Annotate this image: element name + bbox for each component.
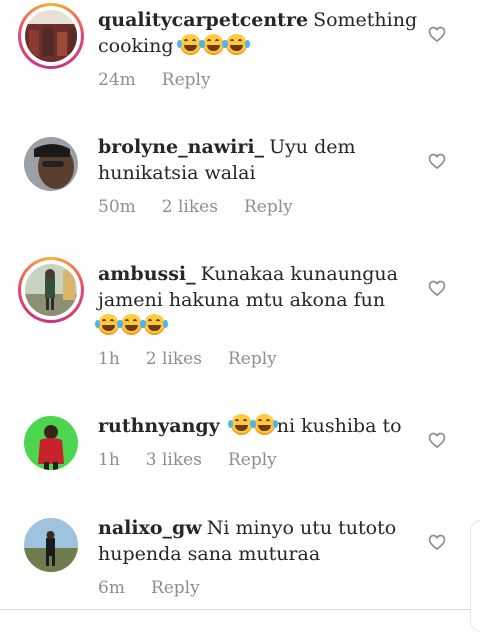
- avatar[interactable]: [24, 416, 78, 470]
- emoji-group: [227, 414, 278, 437]
- comment-username[interactable]: ambussi_: [98, 263, 196, 285]
- divider: [0, 609, 480, 610]
- comment-text: ambussi_ Kunakaa kunaungua jameni hakuna …: [95, 261, 408, 339]
- face-with-tears-of-joy-icon: [141, 314, 168, 335]
- face-with-tears-of-joy-icon: [222, 34, 250, 55]
- avatar-image: [25, 10, 77, 62]
- avatar[interactable]: [24, 137, 78, 191]
- face-with-tears-of-joy-icon: [250, 414, 278, 435]
- avatar-image: [24, 416, 78, 470]
- reply-button[interactable]: Reply: [228, 349, 277, 369]
- like-count[interactable]: 3 likes: [146, 450, 202, 470]
- avatar-image: [25, 264, 77, 316]
- comment-body: ni kushiba to: [276, 415, 402, 437]
- story-ring[interactable]: [18, 257, 84, 323]
- comment-meta: 1h 2 likes Reply: [98, 349, 277, 369]
- comment-text: qualitycarpetcentre Something cooking: [98, 7, 417, 59]
- reply-button[interactable]: Reply: [244, 197, 293, 217]
- comment-text: nalixo_gw Ni minyo utu tutoto hupenda san…: [98, 515, 408, 567]
- face-with-tears-of-joy-icon: [227, 414, 255, 435]
- comment-username[interactable]: brolyne_nawiri_: [98, 136, 264, 158]
- comment-time: 6m: [98, 578, 125, 598]
- comment-username[interactable]: nalixo_gw: [98, 517, 202, 539]
- story-ring[interactable]: [18, 3, 84, 69]
- heart-outline-icon[interactable]: [427, 24, 447, 44]
- comment-username[interactable]: qualitycarpetcentre: [98, 9, 308, 31]
- emoji-group: [95, 314, 168, 337]
- comment-time: 50m: [98, 197, 136, 217]
- reply-button[interactable]: Reply: [151, 578, 200, 598]
- face-with-tears-of-joy-icon: [176, 34, 204, 55]
- heart-outline-icon[interactable]: [427, 278, 447, 298]
- like-count[interactable]: 2 likes: [146, 349, 202, 369]
- comment-time: 24m: [98, 70, 136, 90]
- emoji-group: [176, 34, 250, 57]
- floating-card-edge: [470, 520, 480, 632]
- avatar[interactable]: [24, 518, 78, 572]
- comment-time: 1h: [98, 349, 120, 369]
- avatar-image: [24, 518, 78, 572]
- heart-outline-icon[interactable]: [427, 430, 447, 450]
- comment-username[interactable]: ruthnyangy: [98, 415, 220, 437]
- heart-outline-icon[interactable]: [427, 151, 447, 171]
- face-with-tears-of-joy-icon: [199, 34, 227, 55]
- comment-meta: 6m Reply: [98, 578, 200, 598]
- comment-time: 1h: [98, 450, 120, 470]
- comment-meta: 50m 2 likes Reply: [98, 197, 293, 217]
- heart-outline-icon[interactable]: [427, 532, 447, 552]
- reply-button[interactable]: Reply: [228, 450, 277, 470]
- avatar[interactable]: [25, 10, 77, 62]
- avatar-image: [24, 137, 78, 191]
- comment-text: ruthnyangy ni kushiba to: [98, 413, 408, 439]
- comment-meta: 1h 3 likes Reply: [98, 450, 277, 470]
- comment-text: brolyne_nawiri_ Uyu dem hunikatsia walai: [98, 134, 408, 186]
- like-count[interactable]: 2 likes: [162, 197, 218, 217]
- reply-button[interactable]: Reply: [162, 70, 211, 90]
- comment-meta: 24m Reply: [98, 70, 211, 90]
- face-with-tears-of-joy-icon: [118, 314, 145, 335]
- avatar[interactable]: [25, 264, 77, 316]
- face-with-tears-of-joy-icon: [95, 314, 122, 335]
